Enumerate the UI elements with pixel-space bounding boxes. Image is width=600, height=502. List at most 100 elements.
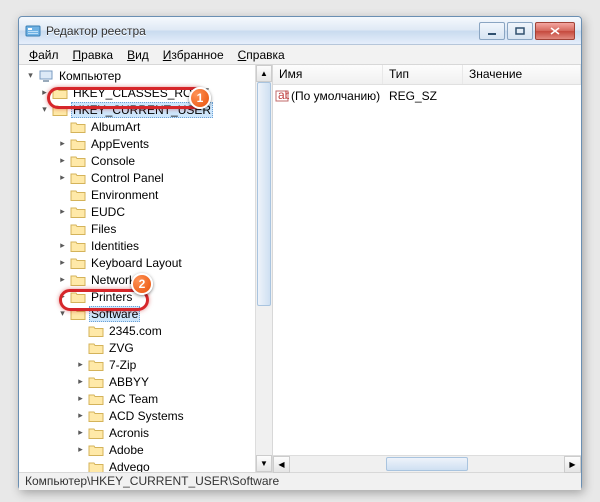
scroll-right-button[interactable]: ▶ bbox=[564, 456, 581, 473]
tree-label: Adobe bbox=[107, 443, 146, 457]
expand-toggle[interactable]: ▸ bbox=[57, 155, 68, 166]
expand-toggle[interactable]: ▸ bbox=[75, 359, 86, 370]
col-value[interactable]: Значение bbox=[463, 65, 581, 84]
tree-software-child[interactable]: ▸ACD Systems bbox=[23, 407, 272, 424]
tree-hkcu-child[interactable]: ▸EUDC bbox=[23, 203, 272, 220]
hscroll-track[interactable] bbox=[290, 456, 564, 472]
value-pane: Имя Тип Значение ab (По умолчанию) REG_S… bbox=[273, 65, 581, 472]
tree-software-child[interactable]: ▸ Adobe bbox=[23, 441, 272, 458]
expand-toggle[interactable]: ▸ bbox=[75, 427, 86, 438]
folder-icon bbox=[70, 187, 86, 203]
folder-icon bbox=[88, 357, 104, 373]
value-type: REG_SZ bbox=[389, 89, 469, 103]
col-name[interactable]: Имя bbox=[273, 65, 383, 84]
titlebar[interactable]: Редактор реестра bbox=[19, 17, 581, 45]
tree-label: ZVG bbox=[107, 341, 136, 355]
expand-toggle[interactable]: ▸ bbox=[57, 257, 68, 268]
maximize-button[interactable] bbox=[507, 22, 533, 40]
col-type[interactable]: Тип bbox=[383, 65, 463, 84]
folder-icon bbox=[70, 153, 86, 169]
tree-label: Printers bbox=[89, 290, 134, 304]
tree-label: Keyboard Layout bbox=[89, 256, 184, 270]
tree-label: Environment bbox=[89, 188, 160, 202]
scroll-up-button[interactable]: ▲ bbox=[256, 65, 272, 82]
tree-hkcu[interactable]: ▾HKEY_CURRENT_USER bbox=[23, 101, 272, 118]
expand-toggle[interactable]: ▸ bbox=[57, 274, 68, 285]
expand-toggle[interactable]: ▸ bbox=[57, 291, 68, 302]
value-list[interactable]: ab (По умолчанию) REG_SZ bbox=[273, 85, 581, 455]
scroll-down-button[interactable]: ▼ bbox=[256, 455, 272, 472]
tree-hkcu-child[interactable]: AlbumArt bbox=[23, 118, 272, 135]
value-hscrollbar[interactable]: ◀ ▶ bbox=[273, 455, 581, 472]
tree-hkcu-child[interactable]: ▸ Network bbox=[23, 271, 272, 288]
folder-icon bbox=[88, 425, 104, 441]
tree-hkcr[interactable]: ▸ HKEY_CLASSES_ROOT bbox=[23, 84, 272, 101]
tree-software-child[interactable]: ▸7-Zip bbox=[23, 356, 272, 373]
folder-icon bbox=[88, 391, 104, 407]
tree-software-child[interactable]: ZVG bbox=[23, 339, 272, 356]
expand-toggle[interactable]: ▸ bbox=[57, 138, 68, 149]
expand-toggle[interactable]: ▾ bbox=[39, 104, 50, 115]
tree-software-child[interactable]: ▸Acronis bbox=[23, 424, 272, 441]
expand-toggle[interactable]: ▸ bbox=[75, 410, 86, 421]
tree-software-child[interactable]: Advego bbox=[23, 458, 272, 472]
expand-toggle[interactable]: ▾ bbox=[25, 70, 36, 81]
expand-toggle[interactable]: ▾ bbox=[57, 308, 68, 319]
tree-software-child[interactable]: ▸AC Team bbox=[23, 390, 272, 407]
tree-hkcu-child[interactable]: ▸ AppEvents bbox=[23, 135, 272, 152]
tree-label: AppEvents bbox=[89, 137, 151, 151]
folder-icon bbox=[88, 408, 104, 424]
tree-root[interactable]: ▾ Компьютер bbox=[23, 67, 272, 84]
tree-label: HKEY_CLASSES_ROOT bbox=[71, 86, 211, 100]
expand-toggle[interactable]: ▸ bbox=[39, 87, 50, 98]
expand-toggle[interactable]: ▸ bbox=[57, 172, 68, 183]
hscroll-thumb[interactable] bbox=[386, 457, 468, 471]
tree-hkcu-child[interactable]: ▸Identities bbox=[23, 237, 272, 254]
menu-fav[interactable]: Избранное bbox=[157, 46, 230, 64]
folder-icon bbox=[70, 119, 86, 135]
expand-toggle[interactable]: ▸ bbox=[57, 206, 68, 217]
value-row[interactable]: ab (По умолчанию) REG_SZ bbox=[273, 87, 581, 105]
tree-hkcu-child[interactable]: ▸ Printers bbox=[23, 288, 272, 305]
scroll-left-button[interactable]: ◀ bbox=[273, 456, 290, 473]
value-name: (По умолчанию) bbox=[291, 89, 389, 103]
string-value-icon: ab bbox=[273, 89, 291, 103]
tree-software-child[interactable]: ▸ABBYY bbox=[23, 373, 272, 390]
folder-icon bbox=[70, 170, 86, 186]
expand-toggle[interactable]: ▸ bbox=[75, 444, 86, 455]
expand-toggle[interactable]: ▸ bbox=[57, 240, 68, 251]
folder-icon bbox=[88, 459, 104, 473]
menu-file[interactable]: ФФайлайл bbox=[23, 46, 65, 64]
value-columns[interactable]: Имя Тип Значение bbox=[273, 65, 581, 85]
scroll-track[interactable] bbox=[256, 82, 272, 455]
svg-text:ab: ab bbox=[278, 89, 289, 102]
tree-label: Console bbox=[89, 154, 137, 168]
folder-icon bbox=[52, 102, 68, 118]
expand-toggle[interactable]: ▸ bbox=[75, 376, 86, 387]
menu-edit[interactable]: Правка bbox=[67, 46, 120, 64]
tree-label: Software bbox=[89, 306, 140, 322]
tree-software-child[interactable]: 2345.com bbox=[23, 322, 272, 339]
tree-label: Компьютер bbox=[57, 69, 123, 83]
folder-icon bbox=[88, 323, 104, 339]
tree-hkcu-child[interactable]: ▸Control Panel bbox=[23, 169, 272, 186]
folder-icon bbox=[38, 68, 54, 84]
menubar: ФФайлайл Правка Вид Избранное Справка bbox=[19, 45, 581, 65]
tree-hkcu-child[interactable]: ▸ Keyboard Layout bbox=[23, 254, 272, 271]
expand-toggle[interactable]: ▸ bbox=[75, 393, 86, 404]
statusbar: Компьютер\HKEY_CURRENT_USER\Software bbox=[19, 473, 581, 490]
tree-hkcu-child[interactable]: ▸ Console bbox=[23, 152, 272, 169]
menu-view[interactable]: Вид bbox=[121, 46, 155, 64]
tree-hkcu-child[interactable]: Environment bbox=[23, 186, 272, 203]
minimize-button[interactable] bbox=[479, 22, 505, 40]
tree-hkcu-child[interactable]: Files bbox=[23, 220, 272, 237]
app-icon bbox=[25, 23, 41, 39]
close-button[interactable] bbox=[535, 22, 575, 40]
menu-help[interactable]: Справка bbox=[232, 46, 291, 64]
tree-vscrollbar[interactable]: ▲ ▼ bbox=[255, 65, 272, 472]
tree-label: Network bbox=[89, 273, 137, 287]
scroll-thumb[interactable] bbox=[257, 82, 271, 306]
folder-icon bbox=[88, 374, 104, 390]
folder-icon bbox=[70, 272, 86, 288]
tree-software[interactable]: ▾ Software bbox=[23, 305, 272, 322]
